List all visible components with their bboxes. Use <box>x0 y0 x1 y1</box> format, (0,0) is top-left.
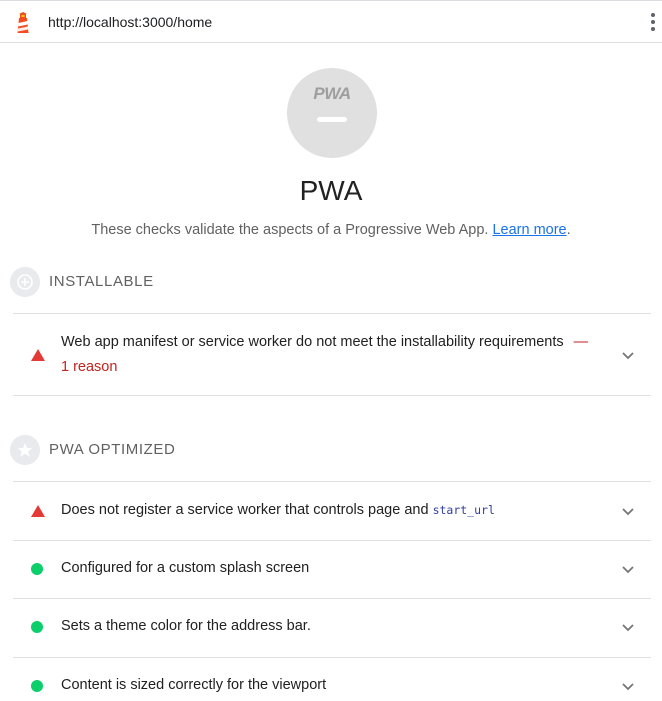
audit-title: Does not register a service worker that … <box>61 502 429 518</box>
audit-service-worker[interactable]: Does not register a service worker that … <box>13 481 651 540</box>
group-installable-header: INSTALLABLE <box>10 267 650 299</box>
audit-viewport[interactable]: Content is sized correctly for the viewp… <box>13 657 651 701</box>
chevron-down-icon[interactable] <box>621 682 635 691</box>
star-icon <box>10 435 40 465</box>
pass-dot-icon <box>31 680 43 692</box>
audit-title: Content is sized correctly for the viewp… <box>61 677 327 693</box>
chevron-down-icon[interactable] <box>621 623 635 632</box>
audit-reason: 1 reason <box>61 359 118 375</box>
audit-splash-screen[interactable]: Configured for a custom splash screen <box>13 540 651 598</box>
audit-title: Sets a theme color for the address bar. <box>61 618 311 634</box>
fail-triangle-icon <box>31 349 45 361</box>
category-description: These checks validate the aspects of a P… <box>0 222 662 238</box>
group-pwa-optimized-header: PWA OPTIMIZED <box>10 435 650 467</box>
plus-circle-icon <box>10 267 40 297</box>
kebab-menu-icon[interactable] <box>650 13 656 35</box>
audit-dash: — <box>573 334 589 350</box>
pass-dot-icon <box>31 563 43 575</box>
audit-code: start_url <box>432 503 495 517</box>
audit-title: Configured for a custom splash screen <box>61 560 310 576</box>
pwa-badge-text: PWA <box>313 84 351 103</box>
audit-text: Web app manifest or service worker do no… <box>61 330 621 380</box>
group-title: PWA OPTIMIZED <box>49 441 176 458</box>
audit-theme-color[interactable]: Sets a theme color for the address bar. <box>13 598 651 657</box>
learn-more-link[interactable]: Learn more <box>492 222 566 238</box>
page-url: http://localhost:3000/home <box>48 14 213 30</box>
description-period: . <box>566 222 571 238</box>
audit-installable-manifest[interactable]: Web app manifest or service worker do no… <box>13 313 651 396</box>
category-title: PWA <box>299 175 363 206</box>
chevron-down-icon[interactable] <box>621 507 635 516</box>
chevron-down-icon[interactable] <box>621 351 635 360</box>
group-title: INSTALLABLE <box>49 273 154 290</box>
score-dash-icon <box>317 117 347 122</box>
lighthouse-icon <box>17 12 29 33</box>
fail-triangle-icon <box>31 505 45 517</box>
pwa-score-gauge: PWA <box>287 68 377 158</box>
chevron-down-icon[interactable] <box>621 565 635 574</box>
report-topbar: http://localhost:3000/home <box>0 0 662 43</box>
description-text: These checks validate the aspects of a P… <box>91 222 489 238</box>
audit-title: Web app manifest or service worker do no… <box>61 334 564 350</box>
pass-dot-icon <box>31 621 43 633</box>
audit-text: Does not register a service worker that … <box>61 498 495 523</box>
